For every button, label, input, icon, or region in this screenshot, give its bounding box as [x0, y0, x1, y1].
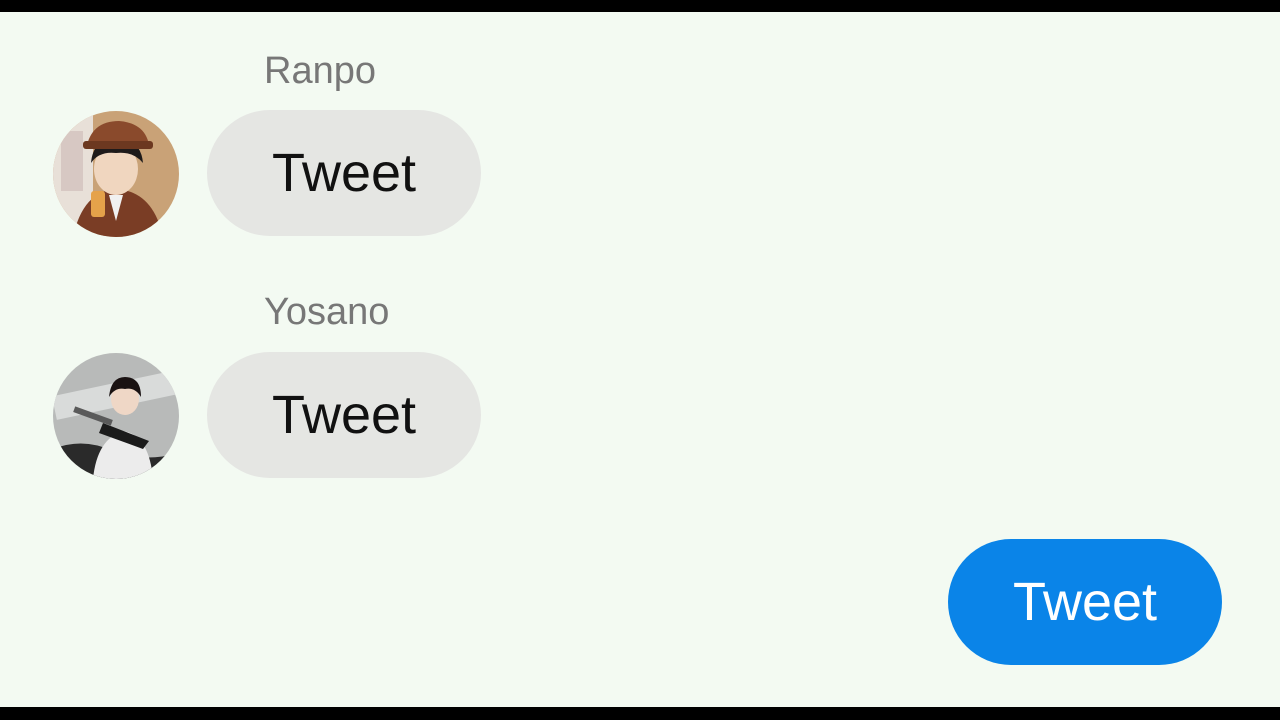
- yosano-avatar-icon[interactable]: [53, 353, 179, 479]
- yosano-avatar-image: [53, 353, 179, 479]
- sender-name-ranpo: Ranpo: [264, 50, 376, 92]
- message-bubble-yosano[interactable]: Tweet: [207, 352, 481, 478]
- ranpo-avatar-image: [53, 111, 179, 237]
- chat-screen: Ranpo Tweet Yosano Tweet Tweet: [0, 12, 1280, 707]
- message-bubble-outgoing[interactable]: Tweet: [948, 539, 1222, 665]
- ranpo-avatar-icon[interactable]: [53, 111, 179, 237]
- message-bubble-ranpo[interactable]: Tweet: [207, 110, 481, 236]
- sender-name-yosano: Yosano: [264, 291, 390, 333]
